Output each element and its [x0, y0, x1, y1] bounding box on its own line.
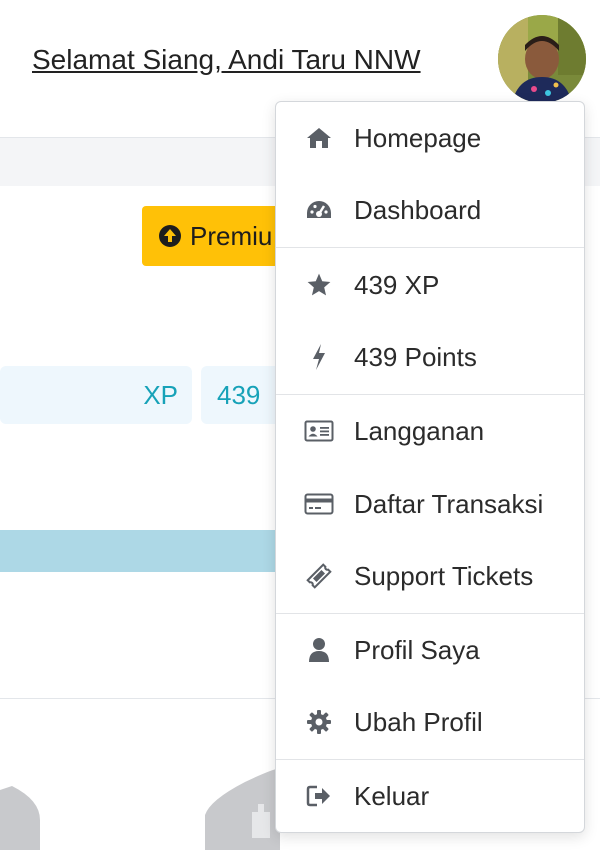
menu-item-label: Dashboard — [354, 194, 482, 225]
menu-item-label: Daftar Transaksi — [354, 488, 544, 519]
gear-icon — [304, 707, 334, 737]
premium-button-label: Premiu — [190, 220, 273, 251]
menu-item-label: Support Tickets — [354, 560, 534, 591]
avatar[interactable] — [498, 15, 586, 103]
menu-item-keluar[interactable]: Keluar — [276, 760, 584, 832]
user-dropdown-menu: Homepage Dashboard 439 XP 439 Points Lan… — [275, 101, 585, 833]
stat-xp-label: XP — [0, 366, 192, 424]
menu-item-ubah-profil[interactable]: Ubah Profil — [276, 686, 584, 758]
menu-item-label: 439 Points — [354, 341, 477, 372]
menu-item-label: 439 XP — [354, 269, 440, 300]
menu-item-points[interactable]: 439 Points — [276, 321, 584, 393]
sign-out-icon — [304, 781, 334, 811]
star-icon — [304, 270, 334, 300]
menu-item-profil-saya[interactable]: Profil Saya — [276, 614, 584, 686]
menu-item-label: Ubah Profil — [354, 706, 483, 737]
menu-item-xp[interactable]: 439 XP — [276, 249, 584, 321]
menu-item-daftar-transaksi[interactable]: Daftar Transaksi — [276, 468, 584, 540]
menu-item-langganan[interactable]: Langganan — [276, 395, 584, 467]
menu-divider — [276, 247, 584, 248]
menu-item-label: Keluar — [354, 780, 430, 811]
menu-item-label: Homepage — [354, 122, 482, 153]
credit-card-icon — [304, 489, 334, 519]
user-greeting-link[interactable]: Selamat Siang, Andi Taru NNW — [32, 44, 421, 76]
id-card-icon — [304, 416, 334, 446]
menu-item-support-tickets[interactable]: Support Tickets — [276, 540, 584, 612]
stat-xp-value-text: 439 — [217, 379, 261, 410]
stat-xp-label-text: XP — [143, 379, 178, 410]
menu-item-label: Langganan — [354, 415, 485, 446]
user-icon — [304, 635, 334, 665]
menu-item-label: Profil Saya — [354, 634, 480, 665]
bolt-icon — [304, 342, 334, 372]
progress-bar — [0, 530, 320, 572]
arrow-circle-up-icon — [159, 225, 181, 247]
home-icon — [304, 123, 334, 153]
menu-item-homepage[interactable]: Homepage — [276, 102, 584, 174]
ticket-icon — [304, 561, 334, 591]
dashboard-icon — [304, 195, 334, 225]
menu-item-dashboard[interactable]: Dashboard — [276, 174, 584, 246]
